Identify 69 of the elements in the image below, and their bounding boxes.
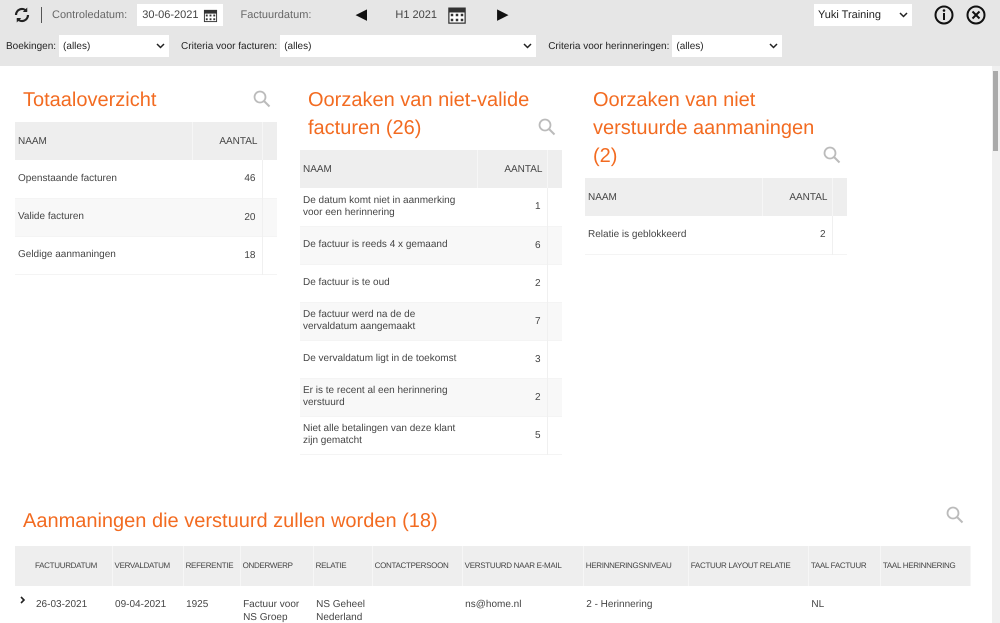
table-cell: NS Geheel Nederland: [316, 599, 366, 623]
table-cell: De factuur is reeds 4 x gemaand: [300, 226, 477, 264]
column-header: VERSTUURD NAAR E-MAIL: [462, 546, 584, 586]
column-header: ONDERWERP: [240, 546, 314, 586]
filter-label: Boekingen:: [6, 40, 56, 54]
period-label: H1 2021: [395, 8, 438, 23]
close-icon[interactable]: [966, 5, 986, 25]
filter-select[interactable]: (alles): [280, 35, 536, 57]
panel-title: Oorzaken van niet-valide facturen (26): [307, 88, 530, 141]
table-cell: Er is te recent al een herinnering verstuurd: [300, 378, 477, 416]
panel-title: Oorzaken van niet verstuurde aanmaningen (2): [592, 88, 815, 169]
previous-period-button[interactable]: ◀: [355, 4, 368, 26]
table-cell: 26-03-2021: [36, 599, 88, 610]
table-cell: 1: [477, 188, 547, 226]
column-header: TAAL FACTUUR: [808, 546, 880, 586]
table-cell: 09-04-2021: [115, 599, 166, 610]
chevron-down-icon: [769, 43, 778, 49]
refresh-icon[interactable]: [13, 6, 31, 24]
chevron-right-icon[interactable]: [20, 596, 26, 604]
table-cell: Valide facturen: [15, 198, 192, 236]
column-header: CONTACTPERSOON: [372, 546, 462, 586]
table-cell: 2: [762, 216, 832, 254]
table-cell: 2: [477, 378, 547, 416]
table-cell: De datum komt niet in aanmerking voor een herinnering: [300, 188, 477, 226]
table-cell: De factuur is te oud: [300, 264, 477, 302]
calendar-icon[interactable]: [447, 5, 468, 25]
info-icon[interactable]: [934, 5, 954, 25]
column-header: FACTUURDATUM: [33, 546, 112, 586]
control-date-field[interactable]: 30-06-2021: [137, 4, 222, 26]
next-period-button[interactable]: ▶: [497, 4, 510, 26]
chevron-down-icon: [156, 43, 166, 49]
table-cell: ns@home.nl: [465, 599, 522, 610]
column-header: VERVALDATUM: [112, 546, 184, 586]
table-cell: Openstaande facturen: [15, 160, 192, 198]
scrollbar[interactable]: [992, 66, 1000, 623]
chevron-down-icon: [899, 12, 908, 18]
table-cell: Niet alle betalingen van deze klant zijn gematcht: [300, 416, 477, 454]
table-cell: De vervaldatum ligt in de toekomst: [300, 340, 477, 378]
section-title: Aanmaningen die verstuurd zullen worden (18): [22, 509, 438, 534]
table-cell: 3: [477, 340, 547, 378]
table-cell: 18: [192, 236, 262, 274]
table-cell: Factuur voor NS Groep: [243, 599, 300, 623]
filter-label: Criteria voor herinneringen:: [548, 40, 670, 54]
filter-select[interactable]: (alles): [672, 35, 782, 57]
calendar-icon[interactable]: [202, 8, 218, 22]
filter-label: Criteria voor facturen:: [181, 40, 278, 54]
table-cell: 7: [477, 302, 547, 340]
column-header: REFERENTIE: [183, 546, 240, 586]
table-cell: De factuur werd na de de vervaldatum aangemaakt: [300, 302, 477, 340]
table-cell: NL: [811, 599, 824, 610]
table-cell: 1925: [186, 599, 208, 610]
panel-title: Totaaloverzicht: [22, 88, 158, 113]
table-cell: 5: [477, 416, 547, 454]
company-select[interactable]: Yuki Training: [814, 4, 912, 26]
table-cell: 46: [192, 160, 262, 198]
column-header: TAAL HERINNERING: [880, 546, 970, 586]
column-header: RELATIE: [313, 546, 372, 586]
table-cell: Relatie is geblokkeerd: [585, 216, 762, 254]
table-cell: 20: [192, 198, 262, 236]
column-header: FACTUUR LAYOUT RELATIE: [688, 546, 808, 586]
table-cell: Geldige aanmaningen: [15, 236, 192, 274]
invoice-date-label: Factuurdatum:: [240, 8, 312, 23]
chevron-down-icon: [523, 43, 532, 49]
control-date-label: Controledatum:: [52, 8, 128, 23]
table-cell: 2: [477, 264, 547, 302]
table-cell: 6: [477, 226, 547, 264]
filter-select[interactable]: (alles): [59, 35, 170, 57]
column-header: HERINNERINGSNIVEAU: [583, 546, 688, 586]
table-cell: 2 - Herinnering: [586, 599, 652, 610]
